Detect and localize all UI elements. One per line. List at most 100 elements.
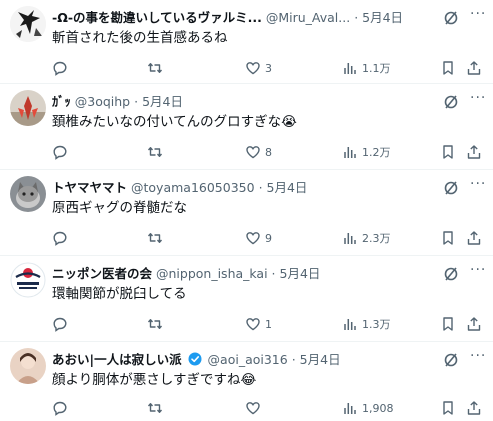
tweet-text: 顔より胴体が悪さしすぎですね😂 [52,372,257,388]
heart-icon [246,62,260,75]
reply-icon [53,401,67,416]
views-count: 1.2万 [362,146,391,159]
views-icon [344,403,356,414]
reply-button[interactable] [52,228,72,248]
tweet-date[interactable]: 5月4日 [280,266,321,281]
reply-button[interactable] [52,58,72,78]
reply-tweet[interactable]: -Ω-の事を勘違いしているヴァルミ... @Miru_Aval... · 5月4… [0,0,493,84]
user-handle[interactable]: @nippon_isha_kai [156,266,268,281]
user-handle[interactable]: @toyama16050350 [131,180,255,195]
reply-button[interactable] [52,398,72,418]
views-count: 1.3万 [362,318,391,331]
cat-avatar[interactable] [10,176,46,212]
like-button[interactable]: 1 [245,314,272,334]
grok-icon[interactable] [443,94,459,110]
display-name[interactable]: -Ω-の事を勘違いしているヴァルミ... [52,10,262,25]
display-name[interactable]: あおい|一人は寂しい派 [52,352,182,367]
bookmark-button[interactable] [440,58,456,78]
grok-icon[interactable] [443,352,459,368]
views-button[interactable]: 1.1万 [342,58,391,78]
share-button[interactable] [466,314,482,334]
tweet-date[interactable]: 5月4日 [300,352,341,367]
red-plant-avatar[interactable] [10,90,46,126]
user-handle[interactable]: @3oqihp [75,94,130,109]
repost-button[interactable] [147,228,167,248]
share-button[interactable] [466,142,482,162]
views-count: 1.1万 [362,62,391,75]
bookmark-button[interactable] [440,314,456,334]
share-button[interactable] [466,58,482,78]
display-name[interactable]: ニッポン医者の会 [52,266,152,281]
views-button[interactable]: 1,908 [342,398,394,418]
like-count: 1 [265,317,272,331]
views-button[interactable]: 2.3万 [342,228,391,248]
reply-button[interactable] [52,314,72,334]
reply-tweet[interactable]: ｶﾞｯ @3oqihp · 5月4日 ··· 頚椎みたいなの付いてんのグロすぎな… [0,84,493,170]
tweet-date[interactable]: 5月4日 [267,180,308,195]
bookmark-icon [443,231,453,245]
repost-button[interactable] [147,142,167,162]
user-handle[interactable]: @aoi_aoi316 [208,352,288,367]
repost-icon [147,233,163,243]
repost-button[interactable] [147,58,167,78]
more-options-icon[interactable]: ··· [470,177,486,194]
more-options-icon[interactable]: ··· [470,349,486,366]
like-count: 9 [265,231,272,245]
like-button[interactable] [245,398,265,418]
reply-tweet[interactable]: トヤマヤマト @toyama16050350 · 5月4日 ··· 原西ギャグの… [0,170,493,256]
tweet-text: 斬首された後の生首感あるね [52,30,228,46]
bookmark-button[interactable] [440,142,456,162]
share-icon [467,145,481,159]
cross-sketch-avatar[interactable] [10,6,46,42]
views-count: 1,908 [362,401,394,415]
tweet-header: -Ω-の事を勘違いしているヴァルミ... @Miru_Aval... · 5月4… [52,8,440,28]
tweet-actions: 3 1.1万 [0,58,493,78]
reply-icon [53,145,67,160]
user-handle[interactable]: @Miru_Aval... [266,10,350,25]
views-count: 2.3万 [362,232,391,245]
bookmark-icon [443,61,453,75]
tweet-date[interactable]: 5月4日 [142,94,183,109]
share-icon [467,401,481,415]
views-icon [344,147,356,158]
more-options-icon[interactable]: ··· [470,91,486,108]
repost-button[interactable] [147,398,167,418]
repost-icon [147,319,163,329]
grok-icon[interactable] [443,266,459,282]
reply-tweet[interactable]: ニッポン医者の会 @nippon_isha_kai · 5月4日 ··· 環軸関… [0,256,493,342]
repost-button[interactable] [147,314,167,334]
reply-button[interactable] [52,142,72,162]
share-button[interactable] [466,228,482,248]
tweet-header: あおい|一人は寂しい派 @aoi_aoi316 · 5月4日 [52,350,440,370]
separator-dot: · [134,94,139,109]
separator-dot: · [354,10,359,25]
share-icon [467,61,481,75]
reply-icon [53,61,67,76]
like-button[interactable]: 8 [245,142,272,162]
display-name[interactable]: ｶﾞｯ [52,94,71,109]
views-button[interactable]: 1.3万 [342,314,391,334]
reply-tweet[interactable]: あおい|一人は寂しい派 @aoi_aoi316 · 5月4日 ··· 顔より胴体… [0,342,493,421]
bookmark-button[interactable] [440,228,456,248]
tweet-date[interactable]: 5月4日 [362,10,403,25]
more-options-icon[interactable]: ··· [470,263,486,280]
bookmark-button[interactable] [440,398,456,418]
views-button[interactable]: 1.2万 [342,142,391,162]
like-button[interactable]: 3 [245,58,272,78]
more-options-icon[interactable]: ··· [470,7,486,24]
display-name[interactable]: トヤマヤマト [52,180,127,195]
like-button[interactable]: 9 [245,228,272,248]
views-icon [344,63,356,74]
grok-icon[interactable] [443,180,459,196]
views-icon [344,319,356,330]
like-count: 3 [265,61,272,75]
reply-feed: -Ω-の事を勘違いしているヴァルミ... @Miru_Aval... · 5月4… [0,0,493,421]
bookmark-icon [443,145,453,159]
separator-dot: · [258,180,263,195]
nippon-logo-avatar[interactable] [10,262,46,298]
reply-icon [53,231,67,246]
share-button[interactable] [466,398,482,418]
person-avatar[interactable] [10,348,46,384]
tweet-actions: 8 1.2万 [0,142,493,162]
grok-icon[interactable] [443,10,459,26]
